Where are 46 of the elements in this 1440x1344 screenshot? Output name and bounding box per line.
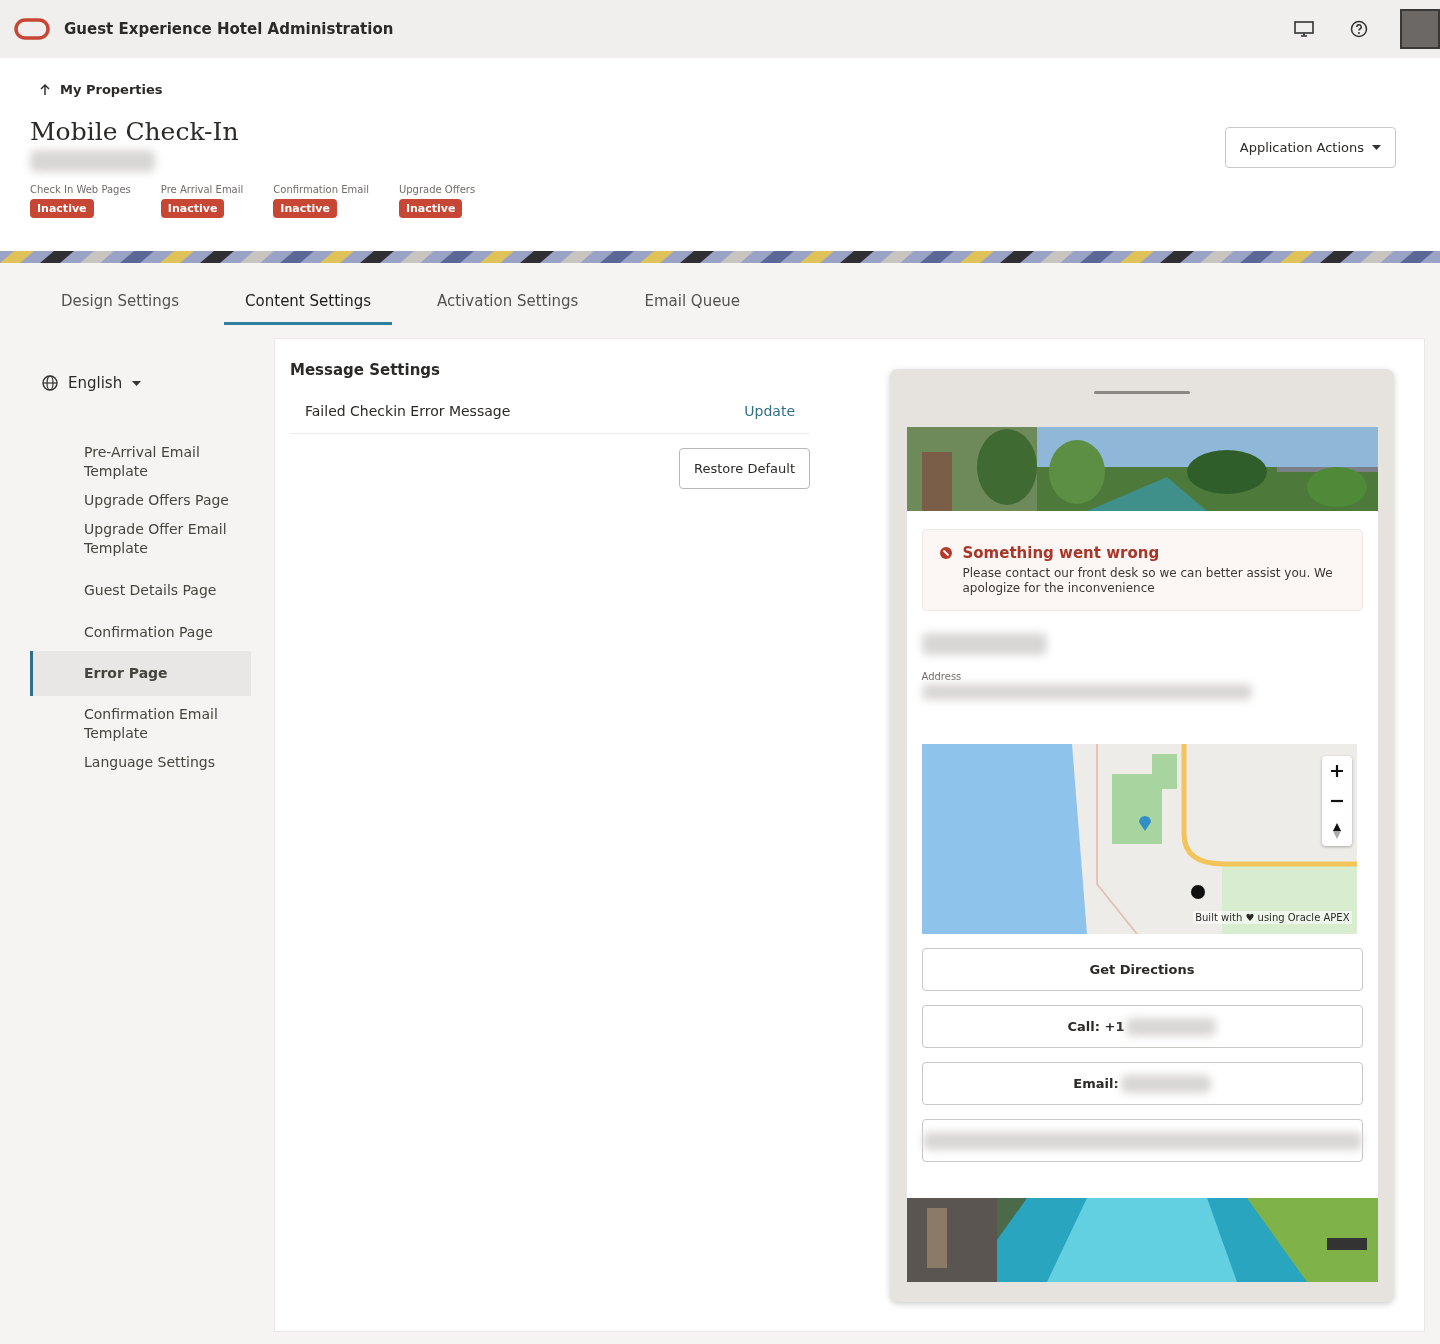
status-badge: Inactive xyxy=(273,199,337,218)
caret-icon xyxy=(1372,145,1381,150)
page-title: Mobile Check-In xyxy=(30,117,240,146)
nav-item[interactable]: Pre-Arrival Email Template xyxy=(30,438,251,486)
application-actions-button[interactable]: Application Actions xyxy=(1224,127,1396,168)
globe-icon xyxy=(42,375,58,391)
status-label: Confirmation Email xyxy=(273,184,369,195)
plus-icon xyxy=(1330,765,1343,777)
monitor-icon xyxy=(1294,20,1314,38)
help-icon xyxy=(1350,20,1368,38)
map-attribution: Built with ♥ using Oracle APEX xyxy=(1193,911,1352,924)
arrow-up-icon xyxy=(40,83,50,96)
tab[interactable]: Content Settings xyxy=(224,281,393,325)
preview-button[interactable]: Get Directions xyxy=(921,948,1363,991)
logo-icon xyxy=(14,18,50,40)
status-label: Upgrade Offers xyxy=(398,184,476,195)
tab[interactable]: Email Queue xyxy=(623,281,762,325)
breadcrumb-link[interactable]: My Properties xyxy=(40,82,476,97)
compass-icon xyxy=(1332,823,1341,839)
status-badge: Inactive xyxy=(30,199,94,218)
nav-item[interactable]: Guest Details Page xyxy=(30,576,251,605)
caret-icon xyxy=(132,380,142,386)
app-title: Guest Experience Hotel Administration xyxy=(64,20,395,38)
nav-item[interactable]: Error Page xyxy=(30,651,251,696)
nav-item[interactable]: Confirmation Email Template xyxy=(30,700,251,748)
nav-item[interactable]: Upgrade Offers Page xyxy=(30,486,251,515)
tab[interactable]: Design Settings xyxy=(40,281,201,325)
preview-button[interactable]: Email: xyxy=(921,1062,1363,1105)
preview-button[interactable]: Call: +1 xyxy=(921,1005,1363,1048)
address-label: Address xyxy=(921,671,963,682)
nav-item[interactable]: Upgrade Offer Email Template xyxy=(30,515,251,563)
nav-item[interactable]: Language Settings xyxy=(30,748,251,777)
status-label: Pre Arrival Email xyxy=(160,184,244,195)
status-badge: Inactive xyxy=(398,199,463,218)
alert-title: Something went wrong xyxy=(962,544,1161,562)
alert-message: Please contact our front desk so we can better assist you. We apologize for the inconvenience xyxy=(962,566,1334,596)
update-link[interactable]: Update xyxy=(744,403,795,419)
error-icon xyxy=(938,546,953,560)
nav-item[interactable]: Confirmation Page xyxy=(30,618,251,647)
setting-label: Failed Checkin Error Message xyxy=(305,403,511,419)
tab[interactable]: Activation Settings xyxy=(416,281,600,325)
status-badge: Inactive xyxy=(160,199,225,218)
status-label: Check In Web Pages xyxy=(30,184,131,195)
section-heading: Message Settings xyxy=(290,361,441,379)
restore-default-button[interactable]: Restore Default xyxy=(679,448,810,489)
language-select[interactable]: English xyxy=(30,374,251,392)
